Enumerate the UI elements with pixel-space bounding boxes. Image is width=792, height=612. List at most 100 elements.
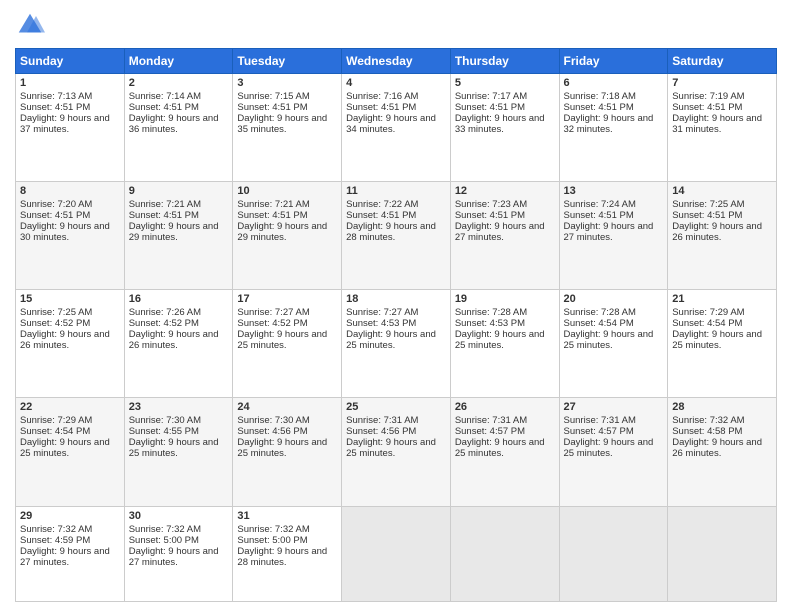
calendar-cell: 7 Sunrise: 7:19 AM Sunset: 4:51 PM Dayli… [668,74,777,182]
sunset: Sunset: 4:58 PM [672,426,742,437]
day-number: 29 [20,510,120,522]
calendar-week-3: 15 Sunrise: 7:25 AM Sunset: 4:52 PM Dayl… [16,290,777,398]
day-number: 24 [237,401,337,413]
sunset: Sunset: 4:51 PM [346,102,416,113]
calendar-cell: 12 Sunrise: 7:23 AM Sunset: 4:51 PM Dayl… [450,182,559,290]
daylight: Daylight: 9 hours and 35 minutes. [237,113,327,135]
day-number: 20 [564,293,664,305]
day-number: 19 [455,293,555,305]
daylight: Daylight: 9 hours and 27 minutes. [20,546,110,568]
daylight: Daylight: 9 hours and 25 minutes. [346,437,436,459]
daylight: Daylight: 9 hours and 25 minutes. [455,329,545,351]
day-number: 15 [20,293,120,305]
sunrise: Sunrise: 7:21 AM [237,199,309,210]
day-number: 17 [237,293,337,305]
day-number: 31 [237,510,337,522]
sunset: Sunset: 4:51 PM [20,102,90,113]
calendar-cell: 16 Sunrise: 7:26 AM Sunset: 4:52 PM Dayl… [124,290,233,398]
sunset: Sunset: 4:52 PM [20,318,90,329]
daylight: Daylight: 9 hours and 26 minutes. [129,329,219,351]
day-number: 4 [346,77,446,89]
sunset: Sunset: 4:53 PM [346,318,416,329]
sunset: Sunset: 4:56 PM [346,426,416,437]
sunrise: Sunrise: 7:19 AM [672,91,744,102]
calendar-cell: 3 Sunrise: 7:15 AM Sunset: 4:51 PM Dayli… [233,74,342,182]
day-number: 21 [672,293,772,305]
sunrise: Sunrise: 7:32 AM [237,524,309,535]
calendar-cell: 2 Sunrise: 7:14 AM Sunset: 4:51 PM Dayli… [124,74,233,182]
calendar-cell: 9 Sunrise: 7:21 AM Sunset: 4:51 PM Dayli… [124,182,233,290]
daylight: Daylight: 9 hours and 36 minutes. [129,113,219,135]
calendar-cell [668,506,777,601]
day-number: 28 [672,401,772,413]
calendar-cell: 25 Sunrise: 7:31 AM Sunset: 4:56 PM Dayl… [342,398,451,506]
calendar-cell: 13 Sunrise: 7:24 AM Sunset: 4:51 PM Dayl… [559,182,668,290]
sunset: Sunset: 4:51 PM [129,210,199,221]
daylight: Daylight: 9 hours and 33 minutes. [455,113,545,135]
sunset: Sunset: 4:51 PM [455,210,525,221]
sunrise: Sunrise: 7:21 AM [129,199,201,210]
sunrise: Sunrise: 7:17 AM [455,91,527,102]
calendar-cell: 26 Sunrise: 7:31 AM Sunset: 4:57 PM Dayl… [450,398,559,506]
sunrise: Sunrise: 7:30 AM [237,415,309,426]
daylight: Daylight: 9 hours and 25 minutes. [129,437,219,459]
calendar-cell: 5 Sunrise: 7:17 AM Sunset: 4:51 PM Dayli… [450,74,559,182]
weekday-header-monday: Monday [124,49,233,74]
daylight: Daylight: 9 hours and 25 minutes. [237,329,327,351]
sunset: Sunset: 4:51 PM [129,102,199,113]
calendar-cell: 24 Sunrise: 7:30 AM Sunset: 4:56 PM Dayl… [233,398,342,506]
daylight: Daylight: 9 hours and 29 minutes. [129,221,219,243]
daylight: Daylight: 9 hours and 30 minutes. [20,221,110,243]
day-number: 12 [455,185,555,197]
sunrise: Sunrise: 7:31 AM [346,415,418,426]
weekday-header-saturday: Saturday [668,49,777,74]
calendar-cell: 20 Sunrise: 7:28 AM Sunset: 4:54 PM Dayl… [559,290,668,398]
sunrise: Sunrise: 7:32 AM [672,415,744,426]
calendar-cell: 14 Sunrise: 7:25 AM Sunset: 4:51 PM Dayl… [668,182,777,290]
sunset: Sunset: 4:51 PM [346,210,416,221]
sunset: Sunset: 5:00 PM [129,535,199,546]
weekday-header-thursday: Thursday [450,49,559,74]
calendar-cell: 8 Sunrise: 7:20 AM Sunset: 4:51 PM Dayli… [16,182,125,290]
calendar-cell: 22 Sunrise: 7:29 AM Sunset: 4:54 PM Dayl… [16,398,125,506]
sunset: Sunset: 4:51 PM [455,102,525,113]
daylight: Daylight: 9 hours and 27 minutes. [564,221,654,243]
sunset: Sunset: 4:51 PM [564,210,634,221]
day-number: 25 [346,401,446,413]
day-number: 30 [129,510,229,522]
calendar-cell: 31 Sunrise: 7:32 AM Sunset: 5:00 PM Dayl… [233,506,342,601]
calendar-cell: 27 Sunrise: 7:31 AM Sunset: 4:57 PM Dayl… [559,398,668,506]
daylight: Daylight: 9 hours and 26 minutes. [20,329,110,351]
sunrise: Sunrise: 7:18 AM [564,91,636,102]
sunset: Sunset: 4:55 PM [129,426,199,437]
day-number: 23 [129,401,229,413]
daylight: Daylight: 9 hours and 25 minutes. [455,437,545,459]
calendar-cell: 4 Sunrise: 7:16 AM Sunset: 4:51 PM Dayli… [342,74,451,182]
daylight: Daylight: 9 hours and 32 minutes. [564,113,654,135]
calendar-cell: 10 Sunrise: 7:21 AM Sunset: 4:51 PM Dayl… [233,182,342,290]
sunrise: Sunrise: 7:30 AM [129,415,201,426]
calendar-cell: 23 Sunrise: 7:30 AM Sunset: 4:55 PM Dayl… [124,398,233,506]
sunrise: Sunrise: 7:13 AM [20,91,92,102]
day-number: 22 [20,401,120,413]
weekday-header-friday: Friday [559,49,668,74]
calendar-cell: 1 Sunrise: 7:13 AM Sunset: 4:51 PM Dayli… [16,74,125,182]
sunset: Sunset: 4:51 PM [20,210,90,221]
sunrise: Sunrise: 7:25 AM [672,199,744,210]
calendar-cell: 6 Sunrise: 7:18 AM Sunset: 4:51 PM Dayli… [559,74,668,182]
day-number: 8 [20,185,120,197]
sunrise: Sunrise: 7:31 AM [564,415,636,426]
day-number: 11 [346,185,446,197]
sunrise: Sunrise: 7:29 AM [672,307,744,318]
day-number: 2 [129,77,229,89]
daylight: Daylight: 9 hours and 34 minutes. [346,113,436,135]
daylight: Daylight: 9 hours and 27 minutes. [129,546,219,568]
day-number: 14 [672,185,772,197]
sunrise: Sunrise: 7:28 AM [455,307,527,318]
page: SundayMondayTuesdayWednesdayThursdayFrid… [0,0,792,612]
sunset: Sunset: 4:57 PM [455,426,525,437]
sunset: Sunset: 4:52 PM [237,318,307,329]
calendar-cell: 18 Sunrise: 7:27 AM Sunset: 4:53 PM Dayl… [342,290,451,398]
daylight: Daylight: 9 hours and 25 minutes. [237,437,327,459]
sunrise: Sunrise: 7:15 AM [237,91,309,102]
